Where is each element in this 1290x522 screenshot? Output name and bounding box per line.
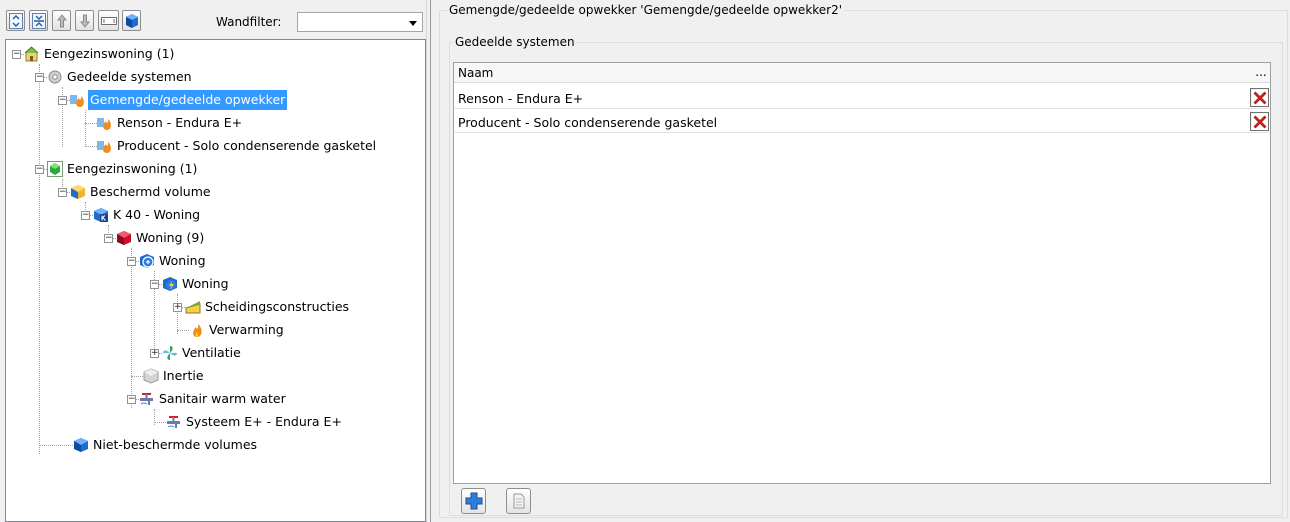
energy-zone-icon: [163, 277, 177, 291]
tree-node-label: Scheidingsconstructies: [205, 299, 350, 314]
building-icon: [24, 46, 39, 62]
chevron-down-icon[interactable]: [409, 21, 417, 26]
groupbox-title: Gemengde/gedeelde opwekker 'Gemengde/ged…: [447, 3, 845, 17]
tree-node-label: K 40 - Woning: [113, 207, 201, 222]
wandfilter-select[interactable]: [297, 12, 423, 32]
inertia-icon: [143, 368, 159, 384]
column-header-naam[interactable]: Naam: [458, 66, 493, 80]
expand-toggle[interactable]: +: [150, 349, 159, 358]
cube-view-button[interactable]: [122, 10, 141, 31]
tree-node-label: Gemengde/gedeelde opwekker: [88, 90, 288, 110]
copy-button[interactable]: [506, 488, 531, 514]
expand-all-icon: [9, 13, 23, 29]
tree-node-label: Gedeelde systemen: [67, 69, 192, 84]
collapse-toggle[interactable]: −: [150, 280, 159, 289]
tree-node-label: Beschermd volume: [90, 184, 211, 199]
tree-node-label: Eengezinswoning (1): [44, 46, 175, 61]
tree-node-label: Ventilatie: [182, 345, 241, 360]
tree-node-label: Eengezinswoning (1): [67, 161, 198, 176]
row-name: Renson - Endura E+: [458, 91, 584, 106]
tree-toolbar: Wandfilter:: [0, 0, 426, 38]
collapse-toggle[interactable]: −: [127, 395, 136, 404]
tree-node-label: Systeem E+ - Endura E+: [186, 414, 342, 429]
fan-icon: [163, 346, 177, 360]
delete-icon: [1252, 114, 1268, 130]
systems-grid[interactable]: Naam ... Renson - Endura E+ Producent - …: [453, 62, 1271, 484]
table-row[interactable]: Renson - Endura E+: [454, 87, 1270, 109]
faucet-icon: [140, 393, 153, 405]
add-button[interactable]: [461, 488, 486, 514]
flame-system-icon: [97, 141, 111, 153]
tree-node-label: Sanitair warm water: [159, 391, 286, 406]
volume-icon: [71, 185, 85, 199]
flame-system-icon: [70, 95, 84, 107]
grid-header: Naam ...: [454, 63, 1270, 83]
tree-node-label: Inertie: [163, 368, 204, 383]
wall-icon: [185, 301, 201, 314]
green-cube-icon: [47, 161, 63, 177]
collapse-toggle[interactable]: −: [81, 211, 90, 220]
flame-icon: [193, 324, 202, 337]
arrow-down-icon: [79, 14, 91, 28]
gear-icon: [48, 70, 62, 84]
details-pane: Gemengde/gedeelde opwekker 'Gemengde/ged…: [435, 0, 1290, 522]
text-field-icon: [101, 17, 117, 25]
k-value-icon: [94, 208, 108, 222]
wandfilter-label: Wandfilter:: [216, 15, 282, 29]
more-columns-button[interactable]: ...: [1254, 65, 1268, 79]
move-down-button[interactable]: [75, 10, 94, 31]
energy-sector-icon: [140, 254, 154, 268]
expand-toggle[interactable]: +: [173, 303, 182, 312]
subgroup-title: Gedeelde systemen: [453, 35, 577, 49]
tree-node-label: Woning: [182, 276, 229, 291]
collapse-all-button[interactable]: [29, 10, 48, 31]
tree-node-label: Producent - Solo condenserende gasketel: [117, 138, 377, 153]
collapse-toggle[interactable]: −: [58, 96, 67, 105]
cube-view-icon: [126, 14, 138, 28]
expand-all-button[interactable]: [6, 10, 25, 31]
flame-system-icon: [97, 118, 111, 130]
delete-icon: [1252, 90, 1268, 106]
tree-node-label: Niet-beschermde volumes: [93, 437, 258, 452]
collapse-toggle[interactable]: −: [104, 234, 113, 243]
collapse-toggle[interactable]: −: [127, 257, 136, 266]
collapse-toggle[interactable]: −: [35, 165, 44, 174]
red-cube-icon: [117, 231, 131, 245]
add-icon: [465, 492, 483, 510]
row-name: Producent - Solo condenserende gasketel: [458, 115, 718, 130]
tree-node-label: Verwarming: [209, 322, 284, 337]
delete-row-button[interactable]: [1250, 112, 1269, 131]
collapse-all-icon: [32, 13, 46, 29]
collapse-toggle[interactable]: −: [12, 50, 21, 59]
collapse-toggle[interactable]: −: [35, 73, 44, 82]
tree-node-label: Woning (9): [136, 230, 205, 245]
pane-splitter[interactable]: [426, 0, 435, 522]
collapse-toggle[interactable]: −: [58, 188, 67, 197]
blue-cube-icon: [74, 438, 88, 452]
text-field-button[interactable]: [98, 10, 119, 31]
arrow-up-icon: [56, 14, 68, 28]
tree-node-label: Woning: [159, 253, 206, 268]
move-up-button[interactable]: [52, 10, 71, 31]
faucet-icon: [167, 416, 180, 428]
table-row[interactable]: Producent - Solo condenserende gasketel: [454, 111, 1270, 133]
delete-row-button[interactable]: [1250, 88, 1269, 107]
copy-icon: [513, 493, 525, 509]
tree-node-label: Renson - Endura E+: [117, 115, 243, 130]
project-tree[interactable]: − − − − − − − − − + + − Eengezinswoning …: [5, 39, 426, 522]
left-pane: Wandfilter: − − − − − − − − − + + − Eeng…: [0, 0, 426, 522]
